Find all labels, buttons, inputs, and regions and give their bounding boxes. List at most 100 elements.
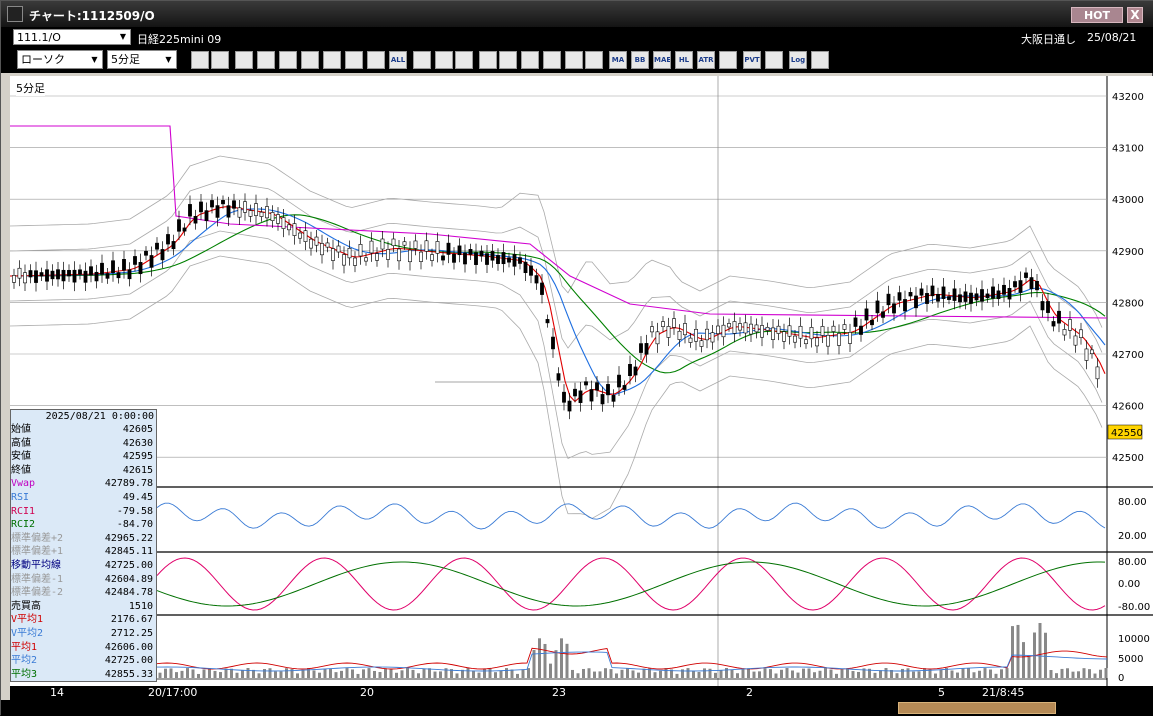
time-axis-label: 14: [50, 686, 64, 699]
symbol-input[interactable]: 111.1/O ▼: [13, 29, 131, 45]
grid-icon[interactable]: [585, 51, 603, 69]
volume-bar: [604, 668, 607, 678]
volume-bar: [1099, 669, 1102, 678]
candle-body: [144, 250, 148, 256]
panel-row-value: 42484.78: [104, 587, 153, 599]
volume-axis-label: 5000: [1118, 654, 1143, 665]
bb-icon[interactable]: BB: [631, 51, 649, 69]
candle-body: [914, 295, 918, 309]
atr-icon[interactable]: ATR: [697, 51, 715, 69]
volume-bar: [191, 669, 195, 678]
panel-timestamp: 2025/08/21 0:00:00: [45, 411, 154, 422]
volume-bar: [774, 673, 778, 678]
horizontal-scrollbar[interactable]: [1, 700, 1153, 716]
title-bar[interactable]: チャート:1112509/O HOT X: [1, 1, 1153, 27]
all-icon[interactable]: ALL: [389, 51, 407, 69]
chart-type-select[interactable]: ローソク ▼: [17, 50, 103, 69]
trash-icon[interactable]: [323, 51, 341, 69]
cursor-icon[interactable]: [257, 51, 275, 69]
candle-body: [716, 325, 720, 334]
crosshair-icon[interactable]: [543, 51, 561, 69]
volume-bar: [406, 668, 409, 678]
candle-body: [809, 327, 814, 340]
candle-body: [298, 232, 302, 239]
candle-body: [397, 248, 401, 262]
chevron-down-icon[interactable]: ▼: [116, 30, 130, 44]
settings-icon[interactable]: [413, 51, 431, 69]
panel-row-label: 移動平均線: [11, 559, 61, 571]
alert-icon[interactable]: [479, 51, 497, 69]
ma-icon[interactable]: MA: [609, 51, 627, 69]
candle-icon[interactable]: [345, 51, 363, 69]
window-icon[interactable]: [211, 51, 229, 69]
volume-bar: [378, 672, 382, 678]
panel-row-value: 42855.33: [104, 668, 153, 680]
volume-bar: [846, 668, 849, 678]
panel-row-value: 42595: [122, 451, 153, 463]
hl-icon[interactable]: HL: [675, 51, 693, 69]
candle-body: [441, 255, 445, 261]
volume-bar: [741, 668, 745, 678]
candle-body: [551, 336, 555, 350]
zoom-icon[interactable]: [191, 51, 209, 69]
time-axis: 14 20/17:00 20 23 2 5 21/8:45: [10, 686, 1153, 700]
candle-body: [639, 343, 643, 353]
frame-icon[interactable]: [765, 51, 783, 69]
candle-delete-icon[interactable]: [367, 51, 385, 69]
candle-body: [650, 326, 654, 333]
candle-body: [254, 203, 258, 216]
tools-icon[interactable]: [435, 51, 453, 69]
interval-select[interactable]: 5分足 ▼: [107, 50, 177, 69]
candle-body: [56, 269, 60, 280]
export-icon[interactable]: [811, 51, 829, 69]
volume-bar: [703, 668, 706, 678]
close-button[interactable]: X: [1127, 7, 1143, 23]
candle-body: [314, 236, 319, 246]
candle-body: [34, 270, 38, 283]
candle-body: [837, 333, 841, 346]
volume-bar: [736, 673, 739, 678]
candle-body: [727, 323, 731, 328]
volume-bar: [1016, 624, 1020, 678]
candle-body: [171, 241, 176, 250]
volume-bar: [263, 669, 266, 678]
mae-icon[interactable]: MAE: [653, 51, 671, 69]
candle-body: [1040, 301, 1045, 311]
candle-body: [1068, 319, 1072, 331]
candle-body: [793, 335, 797, 343]
candle-body: [149, 255, 154, 268]
log-icon[interactable]: Log: [789, 51, 807, 69]
hot-button[interactable]: HOT: [1071, 7, 1123, 23]
candle-body: [556, 373, 561, 381]
panel-row-value: 42789.78: [104, 478, 153, 490]
color-icon[interactable]: [455, 51, 473, 69]
scroll-thumb[interactable]: [898, 702, 1056, 714]
panel-row-label: 平均2: [11, 655, 38, 667]
candle-body: [237, 207, 242, 218]
notes-icon[interactable]: [301, 51, 319, 69]
pb-icon[interactable]: [719, 51, 737, 69]
volume-bar: [835, 673, 838, 678]
volume-bar: [164, 668, 167, 678]
chevron-down-icon[interactable]: ▼: [162, 52, 175, 67]
panel-row-label: 終値: [11, 464, 31, 476]
volume-bar: [268, 668, 272, 678]
candle-body: [743, 322, 748, 334]
volume-bar: [912, 671, 915, 678]
chart-area[interactable]: 43200 43100 43000 42900 42800 42700 42600 42500…: [10, 76, 1153, 686]
price-chart[interactable]: 43200 43100 43000 42900 42800 42700 42600 42500…: [10, 76, 1153, 686]
candle-body: [991, 286, 995, 299]
info-icon[interactable]: [565, 51, 583, 69]
candle-body: [1062, 329, 1067, 336]
candle-body: [386, 249, 390, 260]
pen-icon[interactable]: [235, 51, 253, 69]
chevron-down-icon[interactable]: ▼: [88, 52, 101, 67]
volume-bar: [994, 673, 998, 678]
search-icon[interactable]: [499, 51, 517, 69]
compare-icon[interactable]: [521, 51, 539, 69]
undo-icon[interactable]: [279, 51, 297, 69]
candle-body: [815, 337, 819, 347]
candle-body: [760, 325, 764, 338]
pvt-icon[interactable]: PVT: [743, 51, 761, 69]
volume-bar: [340, 670, 343, 678]
